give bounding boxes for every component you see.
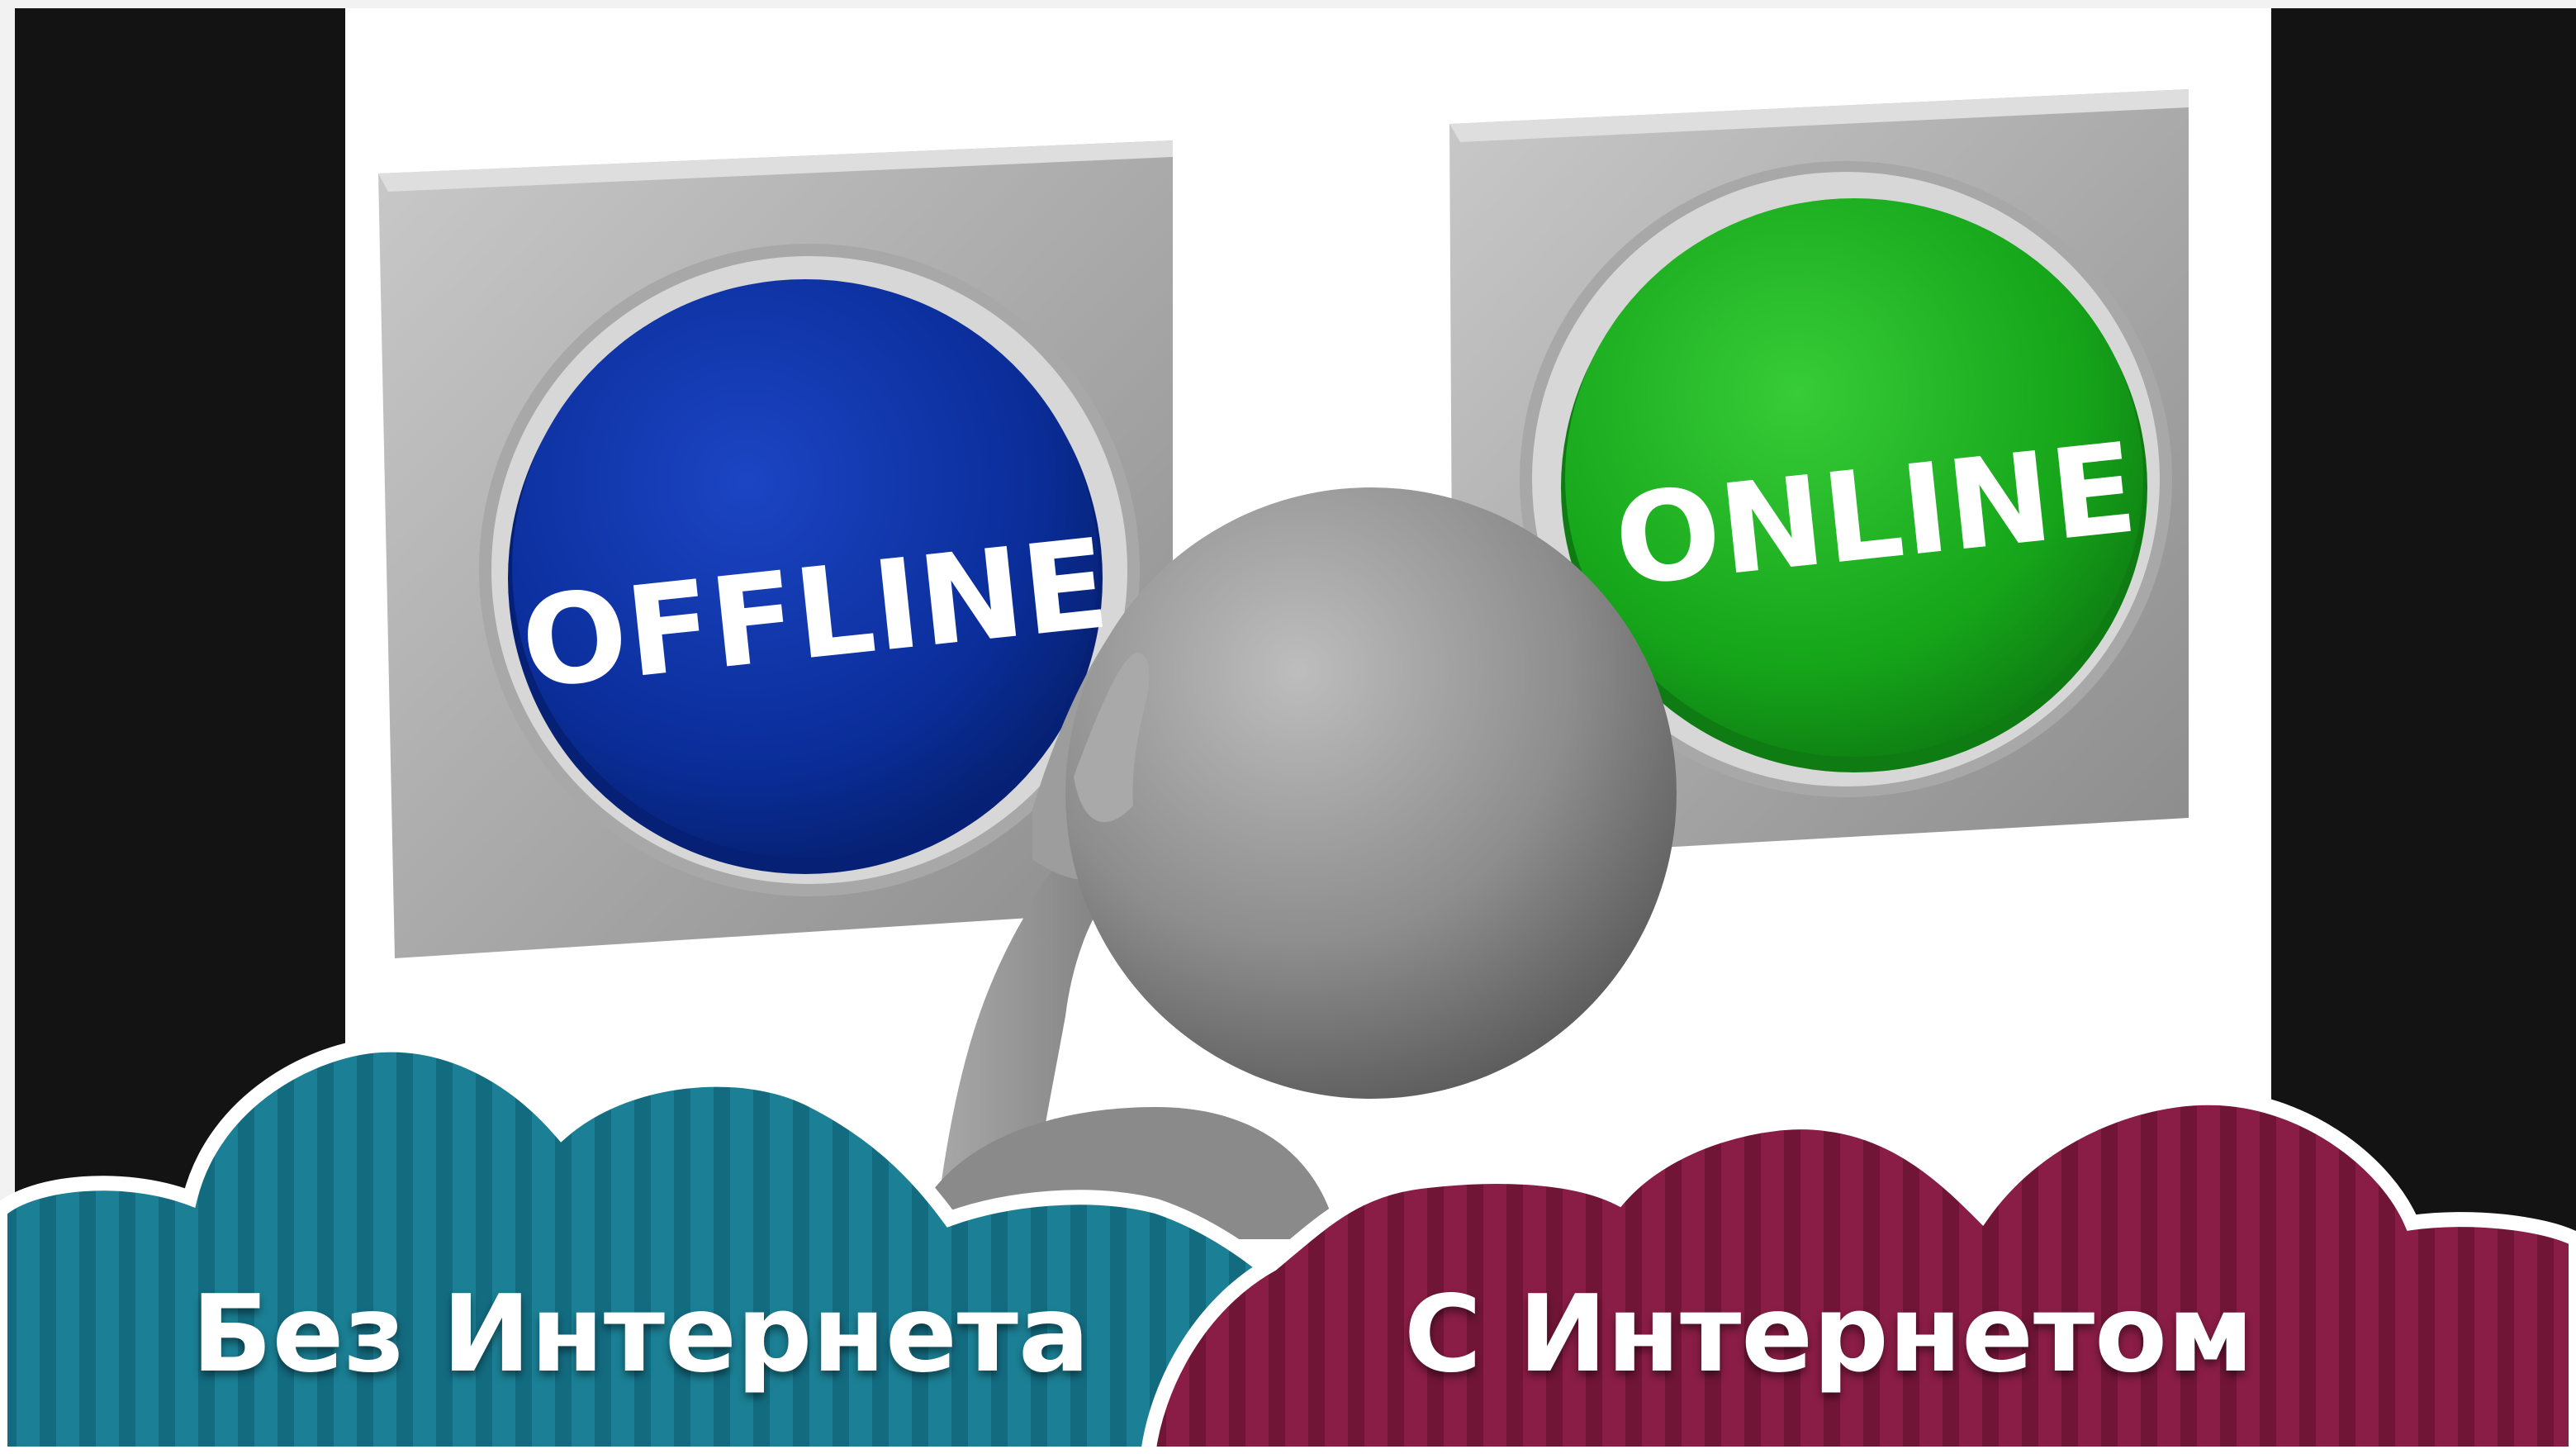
caption-with-internet: С Интернетом <box>1404 1273 2254 1396</box>
illustration: OFFLINE ONLINE <box>0 8 2576 1454</box>
figure-head <box>1065 487 1677 1099</box>
caption-without-internet: Без Интернета <box>192 1273 1090 1396</box>
